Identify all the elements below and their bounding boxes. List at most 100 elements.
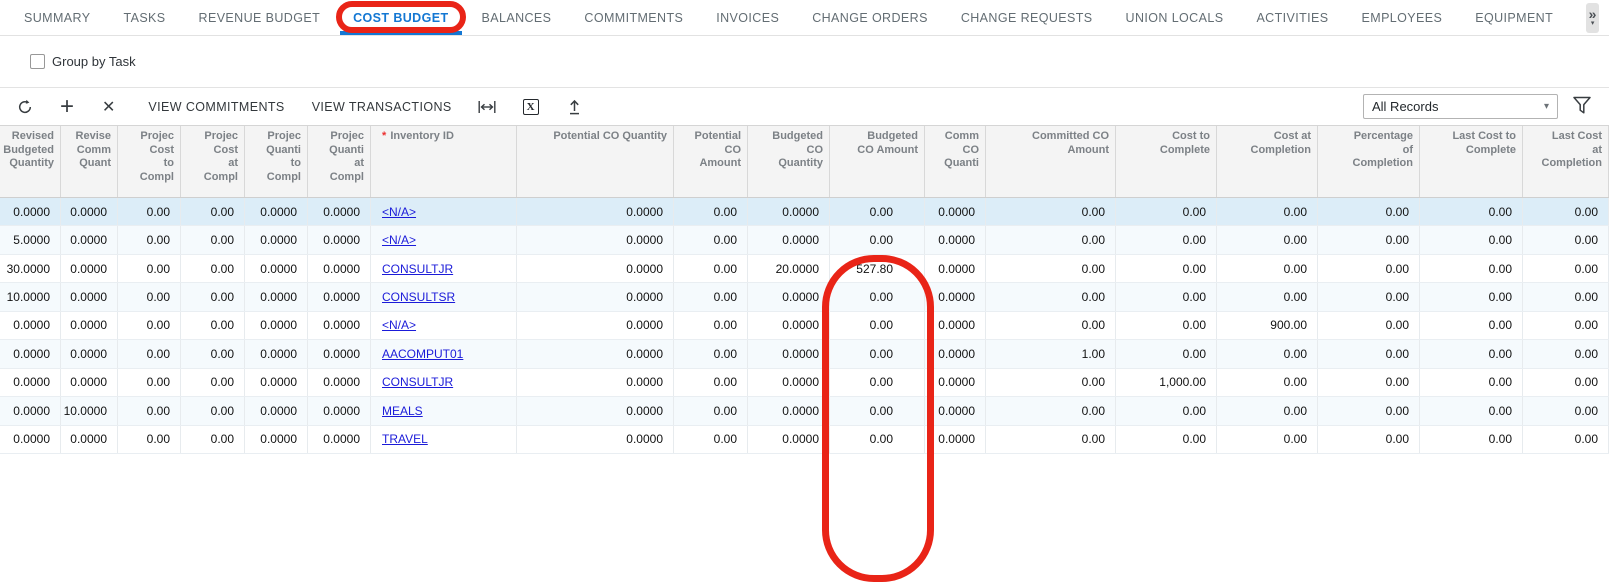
grid-row[interactable]: 0.00000.00000.000.000.00000.0000TRAVEL0.… [0,426,1609,454]
group-by-task-label: Group by Task [52,54,136,69]
grid-row[interactable]: 0.00000.00000.000.000.00000.0000AACOMPUT… [0,340,1609,368]
grid-cell: 10.0000 [0,283,61,310]
column-header-project-quantity-to-complete[interactable]: ProjecQuantitoCompl [245,126,308,197]
grid-cell: 0.00 [830,340,925,367]
tab-equipment[interactable]: EQUIPMENT [1475,0,1553,35]
tab-union-locals[interactable]: UNION LOCALS [1126,0,1224,35]
grid-cell: 0.00 [674,283,748,310]
grid-cell: 0.00 [1116,340,1217,367]
column-header-cost-at-completion[interactable]: Cost atCompletion [1217,126,1318,197]
grid-cell: 0.0000 [61,369,118,396]
grid-cell: 0.00 [118,283,181,310]
filter-settings-button[interactable] [1572,96,1592,115]
grid-cell: 0.0000 [0,340,61,367]
grid-cell: 0.00 [1523,226,1609,253]
column-header-percentage-of-completion[interactable]: PercentageofCompletion [1318,126,1420,197]
group-by-task-checkbox[interactable] [30,54,45,69]
tab-summary[interactable]: SUMMARY [24,0,90,35]
inventory-id-link[interactable]: CONSULTJR [382,375,453,389]
column-header-committed-co-quantity[interactable]: CommCOQuanti [925,126,986,197]
grid-cell: 0.0000 [517,340,674,367]
column-header-last-cost-at-completion[interactable]: Last CostatCompletion [1523,126,1609,197]
column-header-budgeted-co-quantity[interactable]: BudgetedCOQuantity [748,126,830,197]
grid-cell: 900.00 [1217,312,1318,339]
grid-cell: 0.00 [1116,283,1217,310]
grid-cell: 0.00 [986,255,1116,282]
grid-cell: 0.00 [1318,226,1420,253]
column-header-project-quantity-at-completion[interactable]: ProjecQuantiatCompl [308,126,371,197]
column-header-potential-co-quantity[interactable]: Potential CO Quantity [517,126,674,197]
tab-overflow-button[interactable]: » ▾ [1586,3,1599,33]
grid-row[interactable]: 0.00000.00000.000.000.00000.0000<N/A>0.0… [0,312,1609,340]
inventory-id-link[interactable]: CONSULTSR [382,290,455,304]
tab-tasks[interactable]: TASKS [123,0,165,35]
grid-cell: 0.00 [674,369,748,396]
grid-cell: 0.00 [1523,397,1609,424]
tab-commitments[interactable]: COMMITMENTS [584,0,683,35]
grid-cell: 0.00 [1217,198,1318,225]
grid-cell: 0.00 [181,226,245,253]
tab-revenue-budget[interactable]: REVENUE BUDGET [199,0,321,35]
column-header-cost-to-complete[interactable]: Cost toComplete [1116,126,1217,197]
column-header-revised-budgeted-quantity[interactable]: RevisedBudgetedQuantity [0,126,61,197]
column-header-project-cost-to-complete[interactable]: ProjecCosttoCompl [118,126,181,197]
tab-cost-budget[interactable]: COST BUDGET [353,0,448,35]
column-header-revised-committed-quantity[interactable]: ReviseCommQuant [61,126,118,197]
grid-cell: 0.00 [986,426,1116,453]
fit-to-width-button[interactable] [478,100,496,114]
inventory-id-link[interactable]: <N/A> [382,205,416,219]
add-row-button[interactable]: + [60,97,74,117]
grid-row[interactable]: 0.00000.00000.000.000.00000.0000CONSULTJ… [0,369,1609,397]
grid-cell: 0.00 [1420,198,1523,225]
grid-cell: 0.0000 [308,397,371,424]
grid-cell: 0.0000 [925,283,986,310]
inventory-id-link[interactable]: CONSULTJR [382,262,453,276]
export-to-excel-button[interactable]: X [523,99,539,115]
column-header-potential-co-amount[interactable]: PotentialCOAmount [674,126,748,197]
tab-change-orders[interactable]: CHANGE ORDERS [812,0,928,35]
inventory-id-cell: CONSULTJR [371,369,517,396]
tab-change-requests[interactable]: CHANGE REQUESTS [961,0,1093,35]
grid-row[interactable]: 30.00000.00000.000.000.00000.0000CONSULT… [0,255,1609,283]
funnel-icon [1572,96,1592,115]
grid-cell: 0.0000 [245,198,308,225]
column-header-project-cost-at-completion[interactable]: ProjecCostatCompl [181,126,245,197]
grid-toolbar: + ✕ VIEW COMMITMENTS VIEW TRANSACTIONS X… [0,87,1609,125]
column-header-inventory-id[interactable]: * Inventory ID [371,126,517,197]
tab-invoices[interactable]: INVOICES [716,0,779,35]
delete-row-button[interactable]: ✕ [102,97,115,117]
grid-cell: 0.00 [1523,312,1609,339]
grid-cell: 0.00 [1523,369,1609,396]
grid-cell: 0.00 [1523,283,1609,310]
tab-balances[interactable]: BALANCES [482,0,552,35]
grid-cell: 0.00 [1318,369,1420,396]
grid-cell: 0.0000 [517,426,674,453]
grid-cell: 0.0000 [245,312,308,339]
inventory-id-link[interactable]: AACOMPUT01 [382,347,463,361]
refresh-button[interactable] [17,99,33,115]
grid-row[interactable]: 0.000010.00000.000.000.00000.0000MEALS0.… [0,397,1609,425]
grid-cell: 0.0000 [0,397,61,424]
inventory-id-link[interactable]: MEALS [382,404,423,418]
tab-activities[interactable]: ACTIVITIES [1256,0,1328,35]
grid-cell: 0.0000 [517,198,674,225]
inventory-id-link[interactable]: <N/A> [382,318,416,332]
grid-row[interactable]: 0.00000.00000.000.000.00000.0000<N/A>0.0… [0,198,1609,226]
inventory-id-link[interactable]: TRAVEL [382,432,428,446]
grid-cell: 0.00 [674,226,748,253]
load-records-button[interactable] [567,99,582,115]
grid-cell: 0.0000 [61,255,118,282]
tab-employees[interactable]: EMPLOYEES [1362,0,1443,35]
grid-cell: 0.00 [118,198,181,225]
view-transactions-button[interactable]: VIEW TRANSACTIONS [312,100,452,114]
grid-cell: 0.0000 [748,397,830,424]
records-filter-dropdown[interactable]: All Records ▾ [1363,94,1558,119]
grid-row[interactable]: 5.00000.00000.000.000.00000.0000<N/A>0.0… [0,226,1609,254]
column-header-last-cost-to-complete[interactable]: Last Cost toComplete [1420,126,1523,197]
grid-cell: 0.00 [1420,226,1523,253]
column-header-budgeted-co-amount[interactable]: BudgetedCO Amount [830,126,925,197]
inventory-id-link[interactable]: <N/A> [382,233,416,247]
column-header-committed-co-amount[interactable]: Committed COAmount [986,126,1116,197]
view-commitments-button[interactable]: VIEW COMMITMENTS [148,100,284,114]
grid-row[interactable]: 10.00000.00000.000.000.00000.0000CONSULT… [0,283,1609,311]
